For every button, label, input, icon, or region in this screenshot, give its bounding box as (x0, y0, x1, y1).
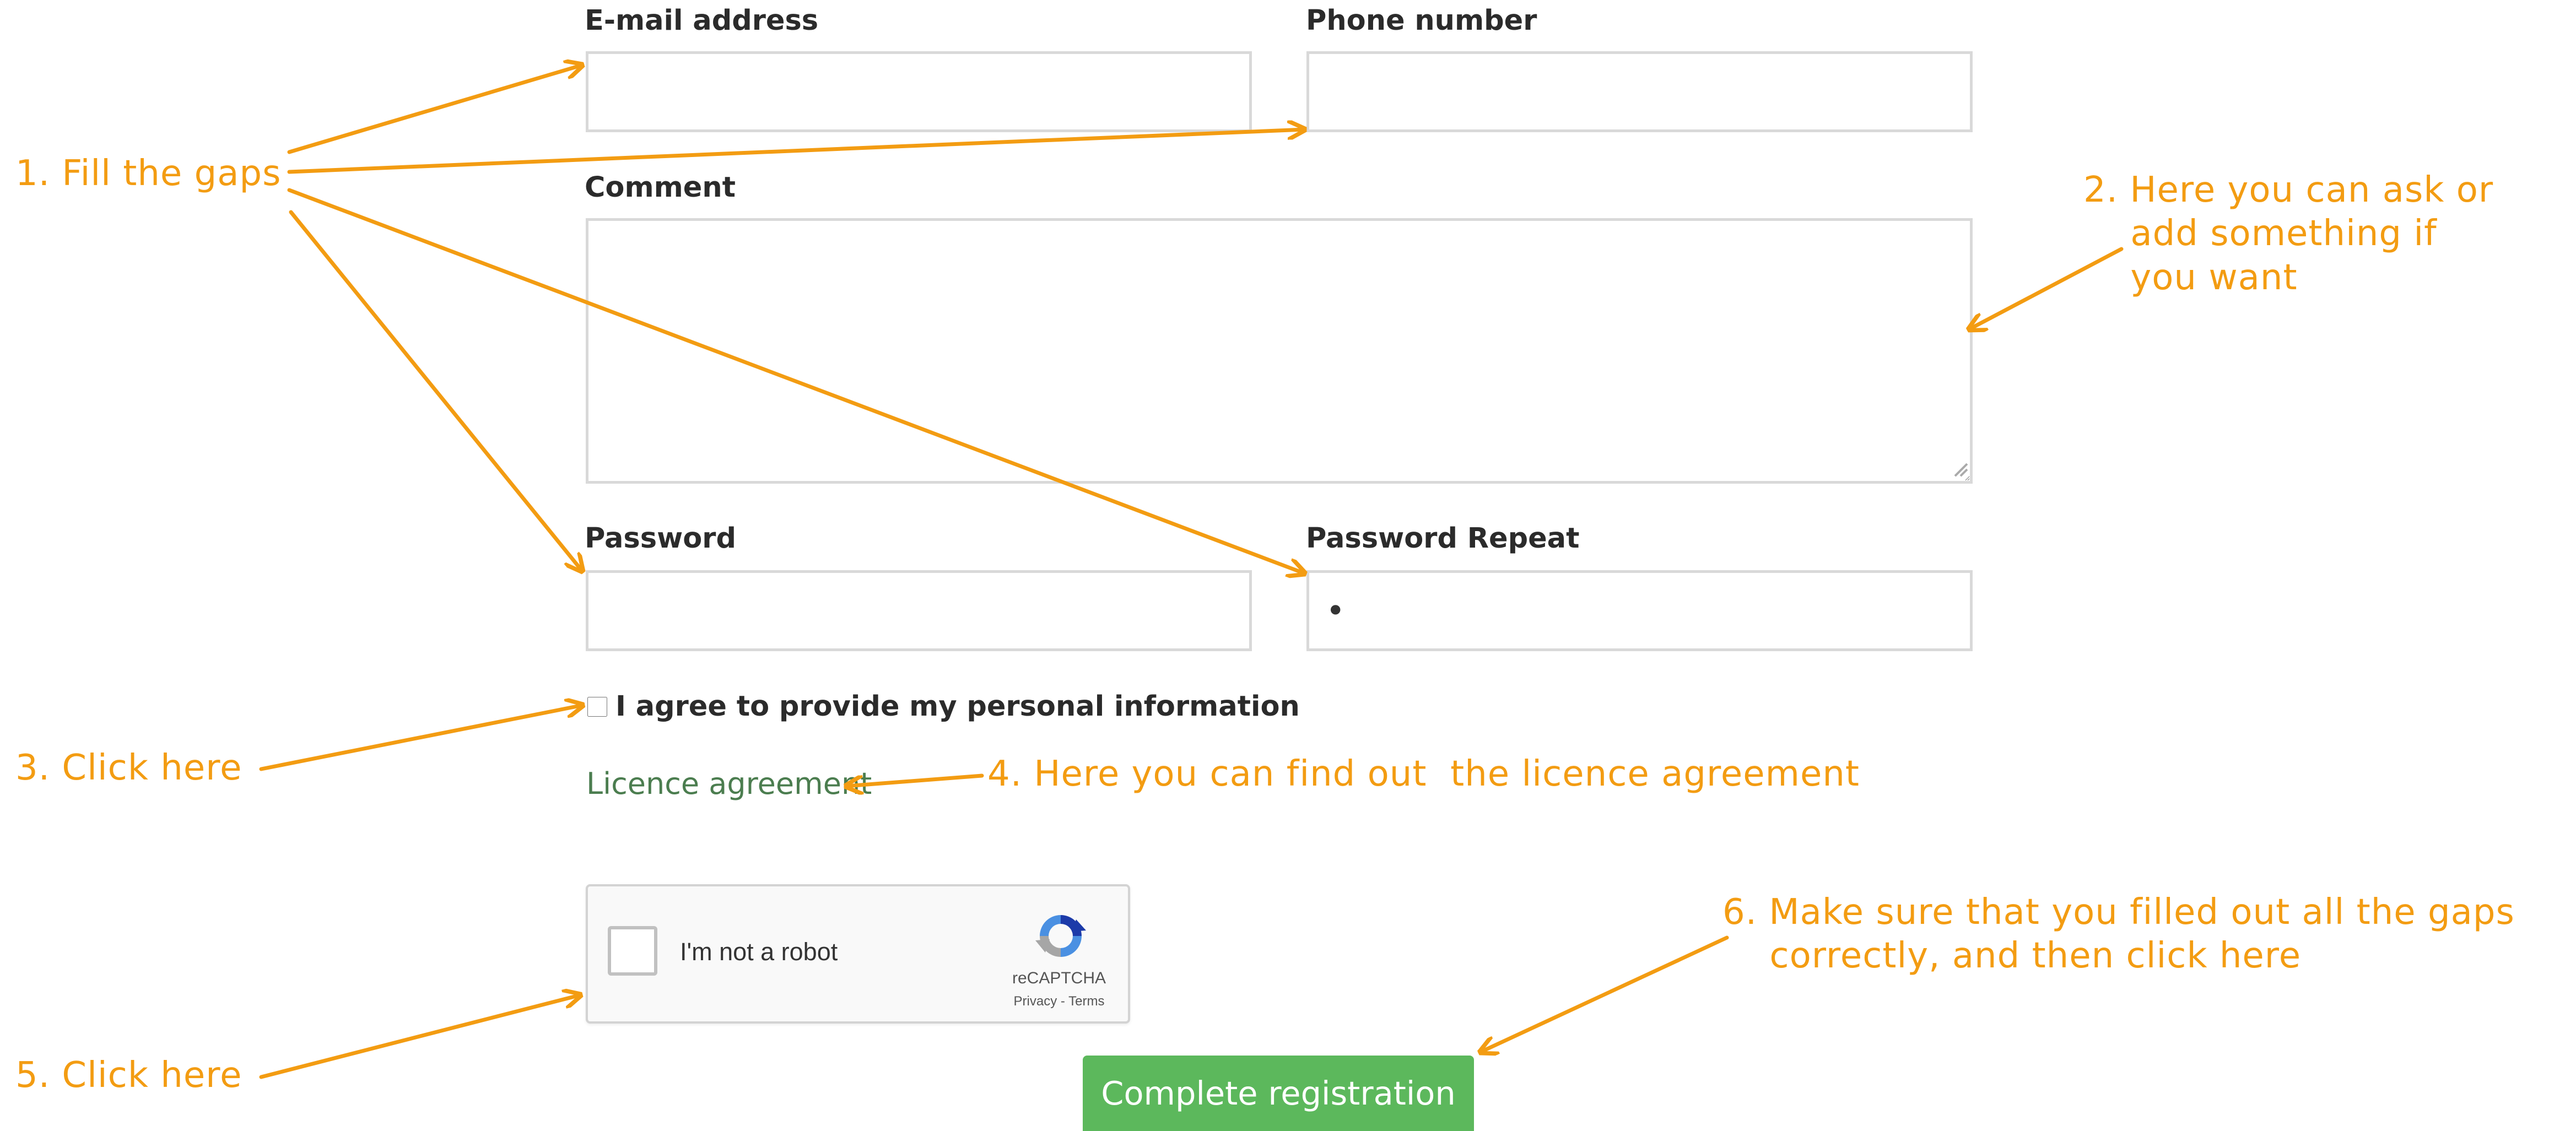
recaptcha-label: I'm not a robot (680, 938, 838, 966)
recaptcha-logo-icon (1035, 915, 1086, 957)
annotation-fill-gaps: 1. Fill the gaps (15, 153, 282, 194)
annotation-licence-hint: 4. Here you can find out the licence agr… (987, 754, 1860, 794)
agree-label: I agree to provide my personal informati… (615, 690, 1300, 723)
annotation-submit-hint: 6. Make sure that you filled out all the… (1722, 892, 2515, 977)
annotation-click-checkbox: 3. Click here (15, 748, 242, 788)
annotation-comment-hint: 2. Here you can ask or add something if … (2083, 170, 2494, 298)
email-input[interactable] (586, 51, 1252, 132)
comment-textarea[interactable] (586, 218, 1973, 484)
email-label: E-mail address (585, 4, 819, 37)
recaptcha-widget: I'm not a robot reCAPTCHA Privacy - Term… (586, 884, 1130, 1024)
phone-label: Phone number (1306, 4, 1537, 37)
agree-checkbox[interactable] (587, 697, 607, 717)
annotation-click-recaptcha: 5. Click here (15, 1055, 242, 1096)
comment-label: Comment (585, 171, 736, 204)
password-repeat-input[interactable] (1306, 570, 1973, 651)
complete-registration-button[interactable]: Complete registration (1083, 1056, 1474, 1131)
recaptcha-brand: reCAPTCHA (1012, 969, 1106, 987)
recaptcha-privacy-terms[interactable]: Privacy - Terms (1007, 994, 1111, 1009)
recaptcha-checkbox[interactable] (608, 926, 657, 976)
password-label: Password (585, 522, 736, 555)
licence-agreement-link[interactable]: Licence agreement (586, 766, 872, 801)
phone-input[interactable] (1306, 51, 1973, 132)
password-repeat-label: Password Repeat (1306, 522, 1580, 555)
password-input[interactable] (586, 570, 1252, 651)
